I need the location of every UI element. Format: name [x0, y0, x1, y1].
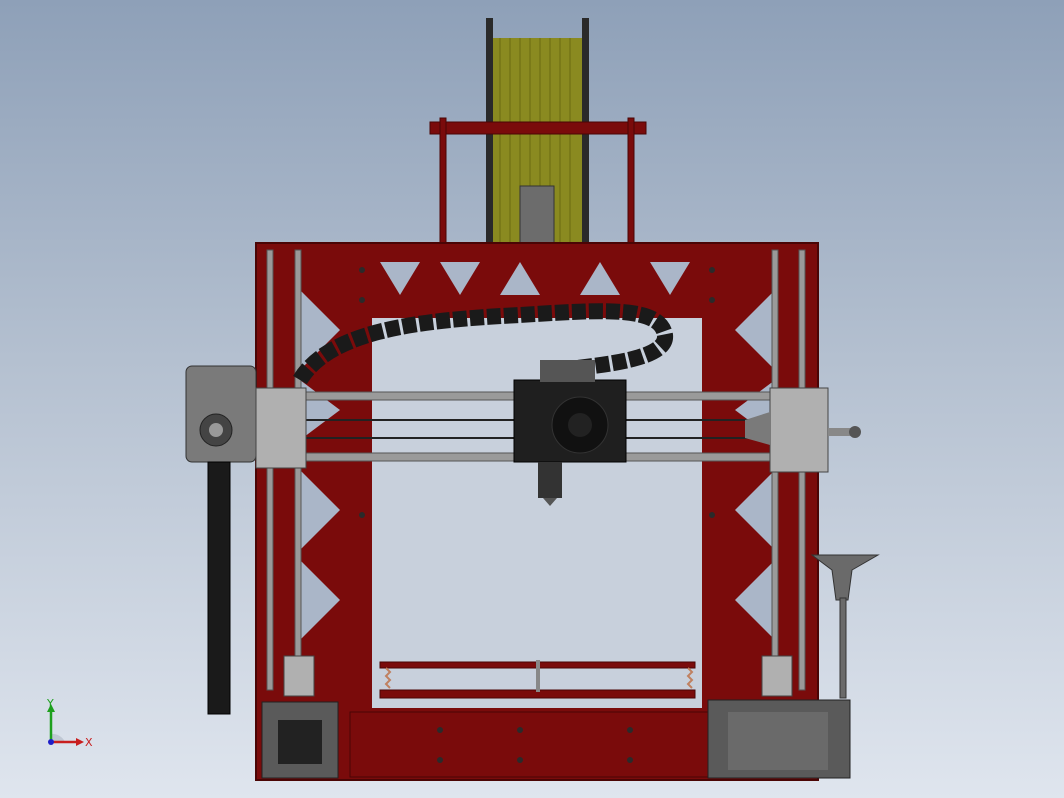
z-axis-dot [48, 739, 54, 745]
cad-viewport[interactable]: Y X [0, 0, 1064, 798]
knob-stand [810, 554, 880, 699]
printer-model[interactable] [0, 0, 1064, 798]
main-frame [255, 242, 819, 781]
view-orientation-triad[interactable]: Y X [38, 698, 98, 754]
z-motor-left [261, 701, 339, 779]
x-axis-label: X [85, 736, 93, 749]
z-motor-right [707, 699, 851, 779]
y-cable-chain [207, 461, 231, 715]
y-axis-label: Y [46, 698, 54, 710]
